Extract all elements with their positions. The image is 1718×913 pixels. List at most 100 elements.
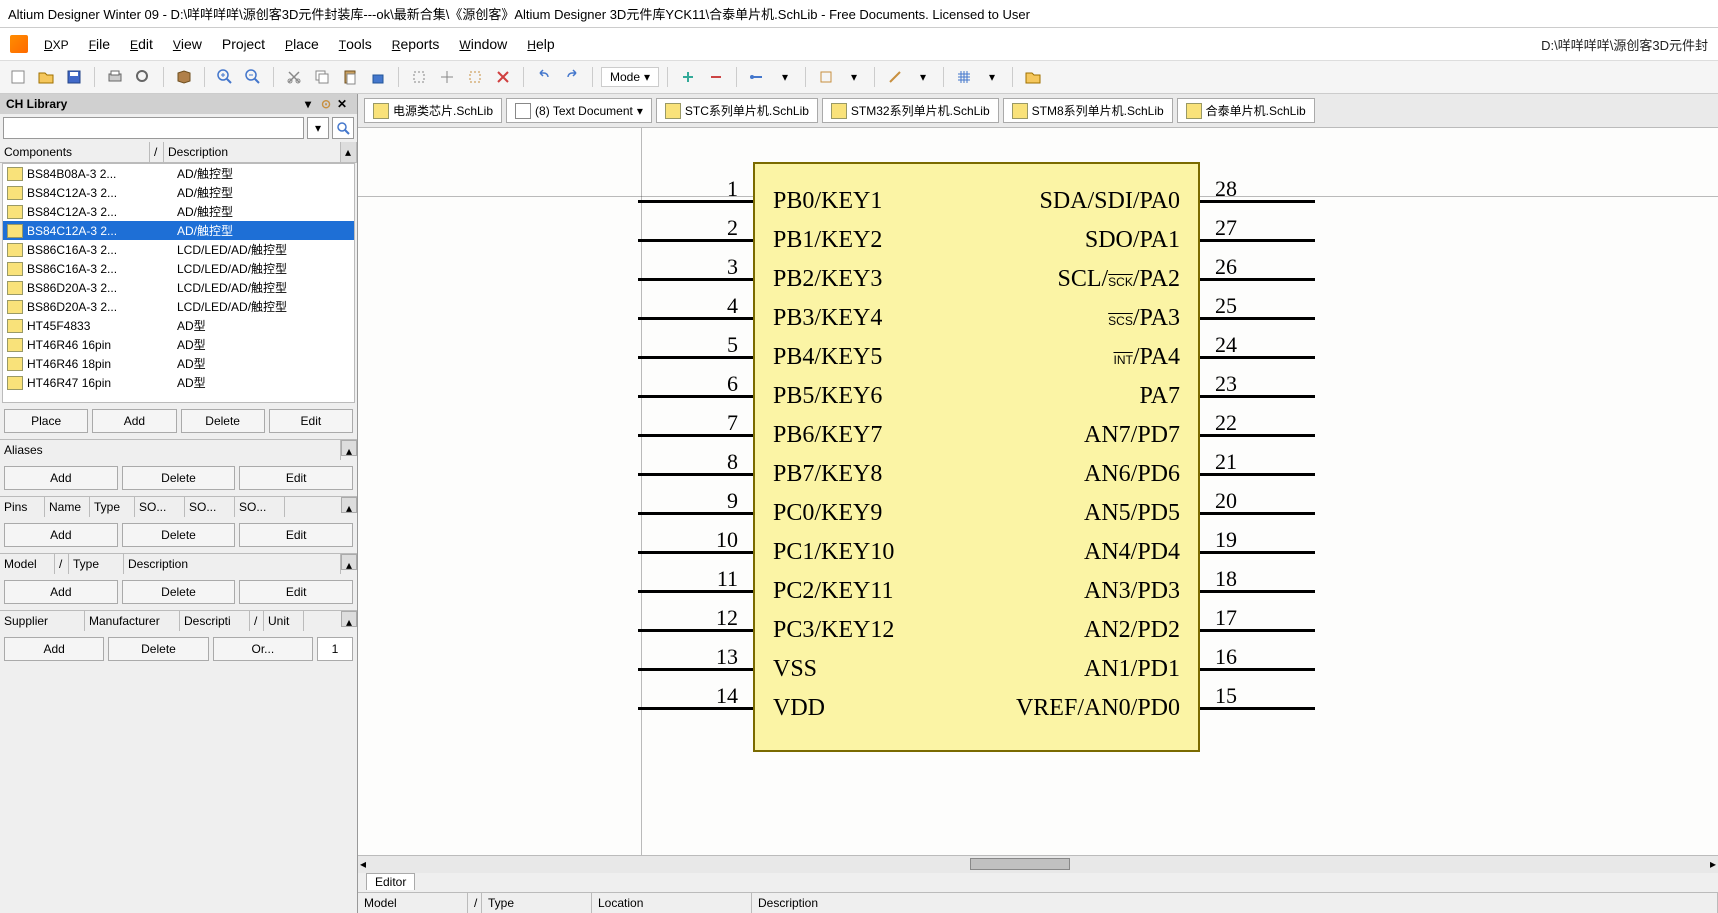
pins-so2-col[interactable]: SO... bbox=[185, 497, 235, 517]
component-row[interactable]: BS84C12A-3 2...AD/触控型 bbox=[3, 221, 354, 240]
bottom-desc-col[interactable]: Description bbox=[752, 893, 1718, 913]
menu-help[interactable]: Help bbox=[519, 34, 562, 54]
preview-icon[interactable] bbox=[131, 65, 155, 89]
copy-icon[interactable] bbox=[310, 65, 334, 89]
component-row[interactable]: BS86C16A-3 2...LCD/LED/AD/触控型 bbox=[3, 259, 354, 278]
component-row[interactable]: HT46R47 16pinAD型 bbox=[3, 373, 354, 392]
component-list[interactable]: BS84B08A-3 2...AD/触控型BS84C12A-3 2...AD/触… bbox=[2, 163, 355, 403]
clear-icon[interactable] bbox=[491, 65, 515, 89]
edit-button[interactable]: Edit bbox=[269, 409, 353, 433]
pins-so3-col[interactable]: SO... bbox=[235, 497, 285, 517]
document-tab[interactable]: STM8系列单片机.SchLib bbox=[1003, 98, 1173, 123]
col-sort[interactable]: / bbox=[150, 142, 164, 162]
pin-tool-icon[interactable] bbox=[745, 65, 769, 89]
schematic-canvas[interactable]: 1PB0/KEY12PB1/KEY23PB2/KEY34PB3/KEY45PB4… bbox=[358, 128, 1718, 855]
menu-reports[interactable]: Reports bbox=[384, 34, 448, 54]
plus-icon[interactable] bbox=[676, 65, 700, 89]
browse-icon[interactable] bbox=[172, 65, 196, 89]
model-desc-col[interactable]: Description bbox=[124, 554, 341, 574]
scroll-icon[interactable]: ▴ bbox=[341, 440, 357, 456]
panel-pin-icon[interactable]: ⊙ bbox=[321, 97, 335, 111]
scrollbar-thumb[interactable] bbox=[970, 858, 1070, 870]
document-tab[interactable]: 电源类芯片.SchLib bbox=[364, 98, 502, 123]
menu-view[interactable]: View bbox=[165, 34, 210, 54]
print-icon[interactable] bbox=[103, 65, 127, 89]
pins-name-col[interactable]: Name bbox=[45, 497, 90, 517]
delete-button[interactable]: Delete bbox=[181, 409, 265, 433]
pins-edit-button[interactable]: Edit bbox=[239, 523, 353, 547]
aliases-delete-button[interactable]: Delete bbox=[122, 466, 236, 490]
col-description[interactable]: Description bbox=[164, 142, 341, 162]
supsort-col[interactable]: / bbox=[250, 611, 264, 631]
grid-icon[interactable] bbox=[952, 65, 976, 89]
supplier-add-button[interactable]: Add bbox=[4, 637, 104, 661]
select-icon[interactable] bbox=[407, 65, 431, 89]
pins-add-button[interactable]: Add bbox=[4, 523, 118, 547]
supdesc-col[interactable]: Descripti bbox=[180, 611, 250, 631]
component-row[interactable]: HT45F4833AD型 bbox=[3, 316, 354, 335]
editor-tab[interactable]: Editor bbox=[366, 873, 415, 890]
model-sort-col[interactable]: / bbox=[55, 554, 69, 574]
component-row[interactable]: BS86D20A-3 2...LCD/LED/AD/触控型 bbox=[3, 297, 354, 316]
component-row[interactable]: BS84C12A-3 2...AD/触控型 bbox=[3, 183, 354, 202]
model-delete-button[interactable]: Delete bbox=[122, 580, 236, 604]
panel-close-icon[interactable]: ✕ bbox=[337, 97, 351, 111]
bottom-type-col[interactable]: Type bbox=[482, 893, 592, 913]
scroll-icon[interactable]: ▴ bbox=[341, 554, 357, 570]
scroll-icon[interactable]: ▴ bbox=[341, 497, 357, 513]
open-icon[interactable] bbox=[34, 65, 58, 89]
pins-delete-button[interactable]: Delete bbox=[122, 523, 236, 547]
pins-col[interactable]: Pins bbox=[0, 497, 45, 517]
document-tab[interactable]: STM32系列单片机.SchLib bbox=[822, 98, 999, 123]
component-row[interactable]: BS84C12A-3 2...AD/触控型 bbox=[3, 202, 354, 221]
component-row[interactable]: BS86D20A-3 2...LCD/LED/AD/触控型 bbox=[3, 278, 354, 297]
unit-col[interactable]: Unit bbox=[264, 611, 304, 631]
panel-dropdown-icon[interactable]: ▾ bbox=[305, 97, 319, 111]
document-tab[interactable]: STC系列单片机.SchLib bbox=[656, 98, 818, 123]
add-button[interactable]: Add bbox=[92, 409, 176, 433]
quantity-stepper[interactable] bbox=[317, 637, 353, 661]
pins-type-col[interactable]: Type bbox=[90, 497, 135, 517]
draw-dropdown-icon[interactable]: ▾ bbox=[911, 65, 935, 89]
aliases-header[interactable]: Aliases bbox=[0, 440, 341, 460]
model-col[interactable]: Model bbox=[0, 554, 55, 574]
component-row[interactable]: HT46R46 16pinAD型 bbox=[3, 335, 354, 354]
menu-project[interactable]: Project bbox=[214, 34, 273, 54]
scroll-right-icon[interactable]: ▸ bbox=[1710, 857, 1716, 871]
supplier-or-button[interactable]: Or... bbox=[213, 637, 313, 661]
document-tab[interactable]: (8) Text Document▾ bbox=[506, 98, 652, 123]
bottom-model-col[interactable]: Model bbox=[358, 893, 468, 913]
pin-dropdown-icon[interactable]: ▾ bbox=[773, 65, 797, 89]
save-icon[interactable] bbox=[62, 65, 86, 89]
horizontal-scrollbar[interactable]: ◂ ▸ bbox=[358, 855, 1718, 873]
menu-place[interactable]: Place bbox=[277, 34, 327, 54]
scroll-up-icon[interactable]: ▴ bbox=[341, 142, 357, 162]
grid-dropdown-icon[interactable]: ▾ bbox=[980, 65, 1004, 89]
folder-tool-icon[interactable] bbox=[1021, 65, 1045, 89]
component-row[interactable]: BS84B08A-3 2...AD/触控型 bbox=[3, 164, 354, 183]
ieee-dropdown-icon[interactable]: ▾ bbox=[842, 65, 866, 89]
component-row[interactable]: HT46R46 18pinAD型 bbox=[3, 354, 354, 373]
model-edit-button[interactable]: Edit bbox=[239, 580, 353, 604]
redo-icon[interactable] bbox=[560, 65, 584, 89]
undo-icon[interactable] bbox=[532, 65, 556, 89]
aliases-add-button[interactable]: Add bbox=[4, 466, 118, 490]
zoom-out-icon[interactable] bbox=[241, 65, 265, 89]
paste-icon[interactable] bbox=[338, 65, 362, 89]
zoom-in-icon[interactable] bbox=[213, 65, 237, 89]
deselect-icon[interactable] bbox=[463, 65, 487, 89]
pins-so1-col[interactable]: SO... bbox=[135, 497, 185, 517]
bottom-location-col[interactable]: Location bbox=[592, 893, 752, 913]
minus-icon[interactable] bbox=[704, 65, 728, 89]
menu-tools[interactable]: Tools bbox=[331, 34, 380, 54]
component-row[interactable]: BS86C16A-3 2...LCD/LED/AD/触控型 bbox=[3, 240, 354, 259]
menu-edit[interactable]: Edit bbox=[122, 34, 161, 54]
menu-file[interactable]: File bbox=[81, 34, 118, 54]
move-icon[interactable] bbox=[435, 65, 459, 89]
chevron-down-icon[interactable]: ▾ bbox=[637, 104, 643, 118]
aliases-edit-button[interactable]: Edit bbox=[239, 466, 353, 490]
supplier-delete-button[interactable]: Delete bbox=[108, 637, 208, 661]
document-tab[interactable]: 合泰单片机.SchLib bbox=[1177, 98, 1315, 123]
duplicate-icon[interactable] bbox=[366, 65, 390, 89]
supplier-col[interactable]: Supplier bbox=[0, 611, 85, 631]
